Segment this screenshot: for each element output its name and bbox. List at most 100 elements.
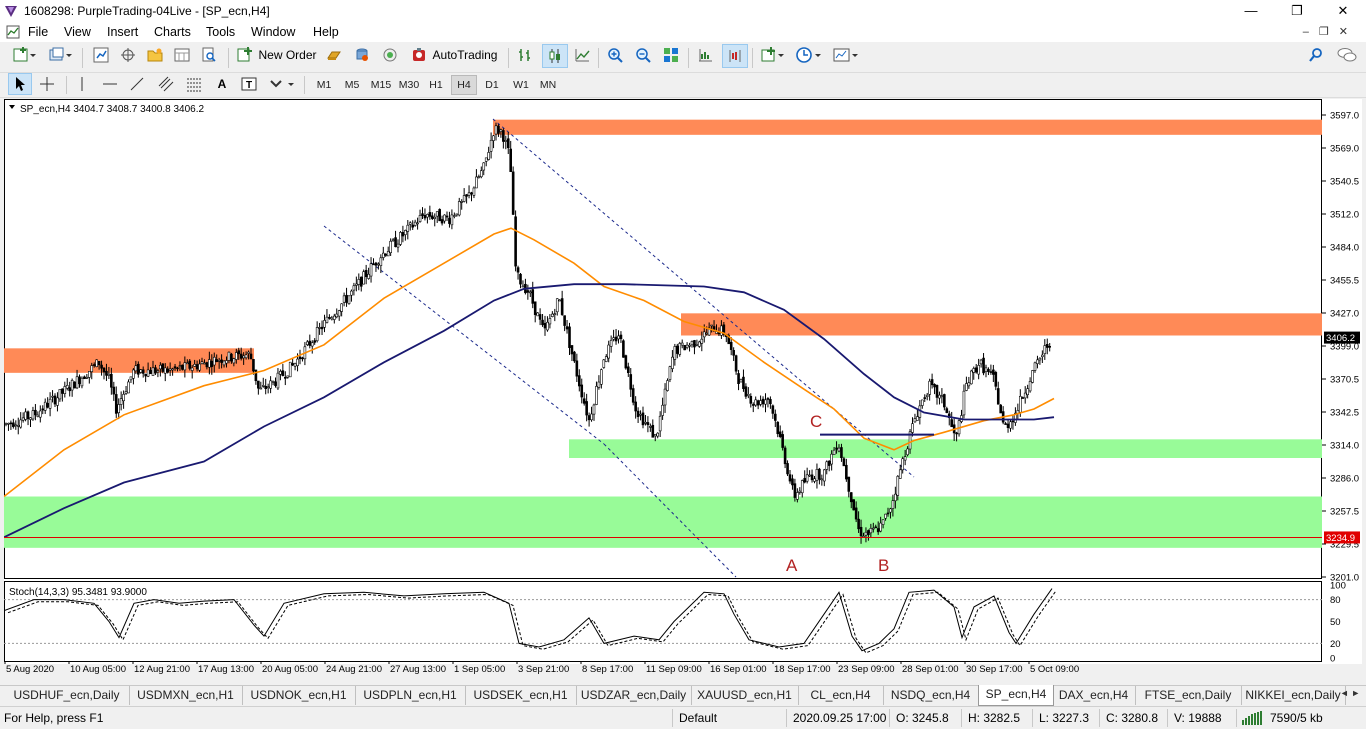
candlestick-icon <box>549 49 560 63</box>
terminal-button[interactable] <box>171 44 193 66</box>
maximize-button[interactable]: ❐ <box>1274 0 1320 22</box>
profiles-button[interactable] <box>44 44 76 66</box>
candle-body <box>276 372 280 389</box>
candle-body <box>124 391 128 394</box>
chart-tab-usdnok-ecn-h1[interactable]: USDNOK_ecn,H1 <box>242 686 356 705</box>
periods-button[interactable] <box>793 44 825 66</box>
stoch-tick-label: 20 <box>1330 639 1341 650</box>
tf-d1[interactable]: D1 <box>479 76 505 94</box>
chart-tab-usdhuf-ecn-daily[interactable]: USDHUF_ecn,Daily <box>4 686 130 705</box>
new-order-button[interactable]: New Order <box>236 44 318 66</box>
chart-tab-xauusd-ecn-h1[interactable]: XAUUSD_ecn,H1 <box>691 686 799 705</box>
chart-shift-button[interactable] <box>722 44 748 68</box>
chart-window-icon[interactable] <box>6 25 20 39</box>
candle-body <box>747 393 750 396</box>
search-button[interactable] <box>1305 44 1327 66</box>
menu-charts[interactable]: Charts <box>154 25 191 39</box>
channel-button[interactable] <box>155 73 177 95</box>
candle-body <box>644 421 647 424</box>
candle-body <box>369 263 373 277</box>
candle-body <box>852 499 856 511</box>
candle-body <box>156 370 160 373</box>
chart-tab-nikkei-ecn-daily[interactable]: NIKKEI_ecn,Daily <box>1241 686 1346 705</box>
chart-tab-ftse-ecn-daily[interactable]: FTSE_ecn,Daily <box>1135 686 1242 705</box>
chart-window[interactable]: A B C 3597.0 3569.0 3540.5 3512.0 3484.0 3455.5… <box>3 99 1362 665</box>
candle-body <box>570 345 574 355</box>
tab-scroll-arrows[interactable]: ◄ ► <box>1336 688 1364 704</box>
tf-m5[interactable]: M5 <box>338 76 366 94</box>
price-chart[interactable]: A B C 3597.0 3569.0 3540.5 3512.0 3484.0 3455.5… <box>3 99 1362 665</box>
line-chart-button[interactable] <box>571 44 593 66</box>
expert-advisors-button[interactable] <box>323 44 345 66</box>
autotrading-button[interactable]: AutoTrading <box>407 44 501 66</box>
cursor-button[interactable] <box>8 73 32 95</box>
tf-m1[interactable]: M1 <box>310 76 338 94</box>
chart-tab-dax-ecn-h4[interactable]: DAX_ecn,H4 <box>1052 686 1136 705</box>
candle-body <box>421 213 424 216</box>
arrows-button[interactable] <box>266 73 298 95</box>
chart-tab-usdzar-ecn-daily[interactable]: USDZAR_ecn,Daily <box>576 686 692 705</box>
templates-button[interactable] <box>830 44 862 66</box>
chart-tab-cl-ecn-h4[interactable]: CL_ecn,H4 <box>798 686 884 705</box>
menu-view[interactable]: View <box>64 25 91 39</box>
chart-tab-usdpln-ecn-h1[interactable]: USDPLN_ecn,H1 <box>355 686 466 705</box>
candle-body <box>798 490 802 493</box>
tf-h4[interactable]: H4 <box>451 75 477 95</box>
pattern-label-b: B <box>878 556 889 575</box>
data-window-button[interactable] <box>117 44 139 66</box>
menu-help[interactable]: Help <box>313 25 339 39</box>
menu-window[interactable]: Window <box>251 25 295 39</box>
candle-body <box>651 424 655 438</box>
signals-button[interactable] <box>351 44 373 66</box>
market-button[interactable] <box>379 44 401 66</box>
stochastic-label: Stoch(14,3,3) 95.3481 93.9000 <box>9 587 147 598</box>
chat-button[interactable] <box>1335 44 1359 66</box>
close-button[interactable]: ✕ <box>1320 0 1366 22</box>
chart-tab-nsdq-ecn-h4[interactable]: NSDQ_ecn,H4 <box>883 686 979 705</box>
new-chart-button[interactable] <box>8 44 40 66</box>
chart-tab-usdmxn-ecn-h1[interactable]: USDMXN_ecn,H1 <box>129 686 243 705</box>
minimize-button[interactable]: — <box>1228 0 1274 22</box>
tf-m30[interactable]: M30 <box>394 76 424 94</box>
candle-body <box>553 313 557 315</box>
candle-body <box>928 380 931 395</box>
horizontal-line-button[interactable] <box>100 73 120 95</box>
chart-tab-usdsek-ecn-h1[interactable]: USDSEK_ecn,H1 <box>465 686 577 705</box>
trendline-button[interactable] <box>127 73 147 95</box>
strategy-tester-button[interactable] <box>198 44 220 66</box>
tile-windows-button[interactable] <box>660 44 682 66</box>
text-button[interactable]: A <box>212 73 232 95</box>
candle-body <box>70 380 74 391</box>
candle-body <box>315 327 319 342</box>
candle-body <box>898 469 902 479</box>
price-tick-label: 3370.5 <box>1330 375 1359 386</box>
tf-w1[interactable]: W1 <box>507 76 535 94</box>
zoom-out-button[interactable] <box>632 44 654 66</box>
crosshair-button[interactable] <box>36 73 58 95</box>
candle-body <box>803 478 807 483</box>
market-watch-button[interactable] <box>90 44 112 66</box>
fibonacci-icon <box>187 78 201 92</box>
tf-mn[interactable]: MN <box>534 76 562 94</box>
candle-body <box>51 395 54 398</box>
autoscroll-button[interactable] <box>694 44 716 66</box>
menu-file[interactable]: File <box>28 25 48 39</box>
fibonacci-button[interactable] <box>183 73 205 95</box>
menu-tools[interactable]: Tools <box>206 25 235 39</box>
tf-m15[interactable]: M15 <box>366 76 396 94</box>
tf-h1[interactable]: H1 <box>423 76 449 94</box>
menu-insert[interactable]: Insert <box>107 25 138 39</box>
text-label-button[interactable]: T <box>238 73 260 95</box>
candle-body <box>183 362 187 371</box>
navigator-button[interactable] <box>144 44 166 66</box>
vertical-line-button[interactable] <box>72 73 92 95</box>
price-tick-label: 3427.0 <box>1330 309 1359 320</box>
candle-body <box>83 376 86 380</box>
chart-tab-sp-ecn-h4[interactable]: SP_ecn,H4 <box>978 685 1054 706</box>
indicators-button[interactable] <box>758 44 788 66</box>
zoom-in-button[interactable] <box>604 44 626 66</box>
candle-body <box>357 279 361 285</box>
mdi-controls[interactable]: –❐✕ <box>1303 25 1358 38</box>
bar-chart-button[interactable] <box>514 44 536 66</box>
candlestick-button[interactable] <box>542 44 568 68</box>
